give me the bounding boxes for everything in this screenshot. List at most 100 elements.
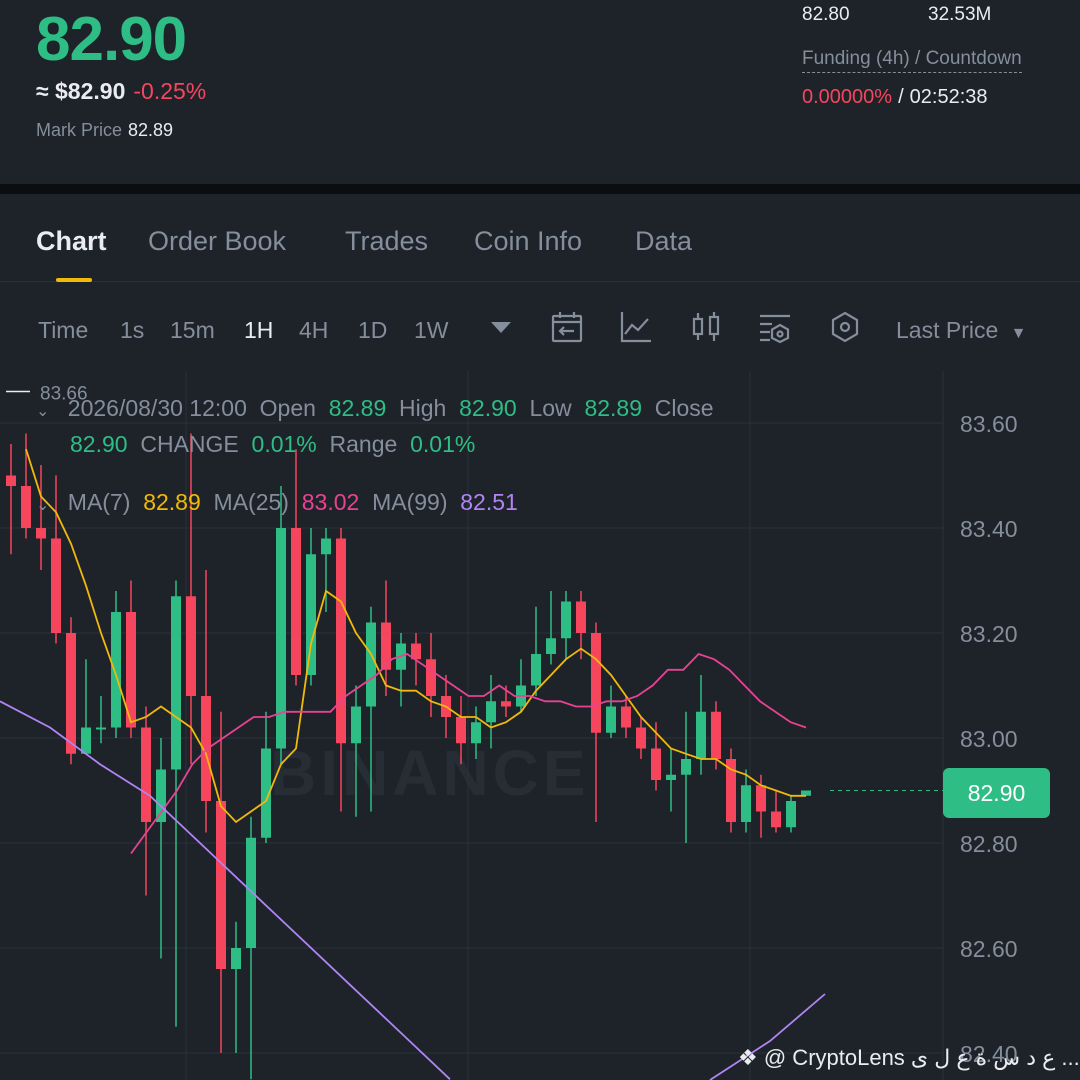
ma25-value: 83.02: [301, 489, 360, 515]
legend-close-value: 82.90: [70, 431, 128, 457]
candle-up: [681, 759, 691, 775]
last-price: 82.90: [36, 5, 187, 74]
ma7-value: 82.89: [143, 489, 201, 515]
interval-15m[interactable]: 15m: [170, 317, 215, 344]
credit-text: @ CryptoLens ع د س ة ع ل ى ...: [763, 1045, 1080, 1070]
candle-up: [741, 785, 751, 822]
diamond-logo-icon: ❖: [738, 1045, 758, 1070]
candle-up: [96, 727, 106, 730]
legend-high-value: 82.90: [459, 395, 517, 421]
candle-down: [501, 701, 511, 707]
tab-order-book[interactable]: Order Book: [148, 226, 286, 257]
interval-1h[interactable]: 1H: [244, 317, 273, 344]
ohlc-legend: ⌄ 2026/08/30 12:00 Open 82.89 High 82.90…: [36, 395, 714, 422]
chart-toolbar: Time 1s 15m 1H 4H 1D 1W Last Price ▼: [0, 283, 1080, 371]
candle-up: [696, 711, 706, 759]
interval-time[interactable]: Time: [38, 317, 88, 344]
active-tab-indicator: [56, 278, 92, 282]
template-icon[interactable]: [758, 310, 792, 344]
ohlc-legend-row-2: 82.90 CHANGE 0.01% Range 0.01%: [70, 431, 475, 458]
candle-down: [711, 711, 721, 759]
author-credit: ❖ @ CryptoLens ع د س ة ع ل ى ...: [738, 1045, 1080, 1071]
candle-down: [576, 601, 586, 633]
settings-icon[interactable]: [828, 310, 862, 344]
candle-down: [216, 801, 226, 969]
candle-style-icon[interactable]: [689, 310, 723, 344]
ma99-value: 82.51: [460, 489, 518, 515]
collapse-chevron-icon[interactable]: ⌄: [36, 497, 49, 514]
tab-chart[interactable]: Chart: [36, 226, 107, 257]
indicator-icon[interactable]: [619, 310, 653, 344]
candle-up: [666, 774, 676, 780]
chart-canvas[interactable]: 83.6083.4083.2083.0082.8082.6082.4083.66: [0, 371, 1080, 1080]
legend-change-value: 0.01%: [251, 431, 317, 457]
legend-close-label: Close: [654, 395, 714, 421]
interval-4h[interactable]: 4H: [299, 317, 328, 344]
legend-high-label: High: [399, 395, 447, 421]
candlestick-chart[interactable]: BINANCE 83.60 83.40 83.20 83.00 82.80 82.60 82…: [0, 371, 1080, 1080]
section-divider: [0, 184, 1080, 194]
legend-range-label: Range: [329, 431, 398, 457]
candle-up: [81, 727, 91, 754]
candle-up: [276, 528, 286, 749]
candle-up: [606, 706, 616, 733]
legend-date: 2026/08/30 12:00: [67, 395, 247, 421]
candle-down: [621, 706, 631, 728]
funding-countdown: 02:52:38: [909, 86, 988, 108]
ticker-header: 82.90 ≈ $82.90 -0.25% Mark Price 82.89 82.…: [0, 0, 1080, 184]
interval-1w[interactable]: 1W: [414, 317, 449, 344]
collapse-chevron-icon[interactable]: ⌄: [36, 403, 49, 420]
more-intervals-chevron-icon[interactable]: [484, 310, 518, 344]
mark-price-label: Mark Price: [36, 120, 123, 140]
stat-volume-value: 32.53M: [928, 4, 992, 25]
candle-down: [756, 785, 766, 812]
tab-coin-info[interactable]: Coin Info: [474, 226, 582, 257]
legend-range-value: 0.01%: [410, 431, 476, 457]
candle-down: [591, 633, 601, 733]
candle-up: [471, 722, 481, 744]
price-change-percent: -0.25%: [133, 78, 207, 104]
tab-trades[interactable]: Trades: [345, 226, 428, 257]
mark-price-value: 82.89: [128, 120, 174, 140]
candle-up: [231, 948, 241, 969]
usd-price: ≈ $82.90: [36, 78, 126, 104]
candle-up: [321, 538, 331, 555]
tab-data[interactable]: Data: [635, 226, 692, 257]
y-axis-tick-label: 83.20: [960, 621, 1018, 647]
candle-up: [156, 769, 166, 822]
y-axis-tick-label: 83.60: [960, 411, 1018, 437]
candle-down: [426, 659, 436, 696]
legend-change-label: CHANGE: [140, 431, 239, 457]
candle-up: [111, 612, 121, 728]
interval-1s[interactable]: 1s: [120, 317, 144, 344]
y-axis-tick-label: 82.80: [960, 831, 1018, 857]
funding-label[interactable]: Funding (4h) / Countdown: [802, 48, 1022, 73]
y-axis-tick-label: 82.60: [960, 936, 1018, 962]
candle-down: [66, 633, 76, 754]
candle-up: [561, 601, 571, 639]
candle-down: [141, 727, 151, 822]
candle-down: [651, 748, 661, 780]
candle-up: [786, 801, 796, 828]
price-type-dropdown[interactable]: Last Price ▼: [896, 317, 1027, 344]
y-axis-tick-label: 83.40: [960, 516, 1018, 542]
price-type-label: Last Price: [896, 317, 999, 343]
legend-open-value: 82.89: [328, 395, 387, 421]
candle-up: [546, 638, 556, 654]
candle-down: [456, 717, 466, 744]
candle-down: [21, 486, 31, 528]
ma7-label: MA(7): [67, 489, 131, 515]
candle-up: [171, 596, 181, 770]
funding-separator: /: [898, 86, 904, 108]
legend-low-label: Low: [529, 395, 572, 421]
y-axis-tick-label: 83.00: [960, 726, 1018, 752]
candle-up: [306, 554, 316, 675]
candle-down: [291, 528, 301, 675]
legend-open-label: Open: [259, 395, 316, 421]
candle-down: [336, 538, 346, 744]
calendar-icon[interactable]: [550, 310, 584, 344]
ma99-label: MA(99): [372, 489, 448, 515]
funding-rate: 0.00000%: [802, 86, 893, 108]
chevron-down-icon: ▼: [1010, 325, 1027, 342]
interval-1d[interactable]: 1D: [358, 317, 387, 344]
